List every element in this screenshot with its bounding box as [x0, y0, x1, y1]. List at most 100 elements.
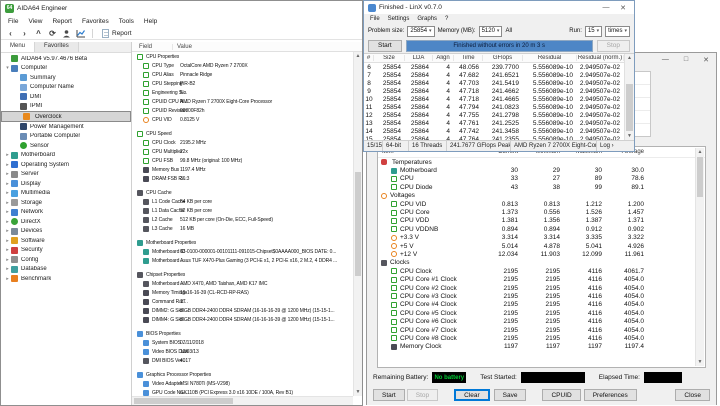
- linx-menu-file[interactable]: File: [366, 16, 384, 22]
- field-row-memory-timings[interactable]: Memory Timings 16-16-16-39 (CL-RCD-RP-RAS…: [132, 288, 353, 297]
- field-row-motherboard-chipset[interactable]: Motherboard ChipsetAMD X470, AMD Taishan…: [132, 279, 353, 288]
- field-section-cpu-speed[interactable]: CPU Speed: [132, 129, 353, 138]
- minimize-icon[interactable]: —: [599, 4, 613, 11]
- tab-menu[interactable]: Menu: [1, 42, 36, 52]
- field-row-l2-cache[interactable]: L2 Cache 512 KB per core (On-Die, ECC, Fu…: [132, 215, 353, 224]
- linx-col-lda[interactable]: LDA: [405, 55, 433, 61]
- linx-col-residual-norm[interactable]: Residual (norm.): [577, 55, 624, 61]
- field-row-system-bios-date[interactable]: System BIOS Date 07/11/2018: [132, 338, 353, 347]
- sidebar-item-directx[interactable]: ▸ DirectX: [1, 217, 131, 227]
- sidebar-item-ipmi[interactable]: IPMI: [1, 102, 131, 112]
- sidebar-item-portable-computer[interactable]: Portable Computer: [1, 132, 131, 142]
- field-row-cpu-stepping[interactable]: CPU Stepping PiR-B2: [132, 79, 353, 88]
- field-section-cpu-cache[interactable]: CPU Cache: [132, 188, 353, 197]
- sidebar-item-computer[interactable]: ▾ Computer: [1, 64, 131, 74]
- expand-arrow-icon[interactable]: ▸: [4, 238, 11, 244]
- field-row-l3-cache[interactable]: L3 Cache 16 MB: [132, 224, 353, 233]
- sidebar-item-overclock[interactable]: Overclock: [1, 111, 131, 122]
- field-section-graphics-processor-properties[interactable]: Graphics Processor Properties: [132, 370, 353, 379]
- problem-size-select[interactable]: 25854 ▾: [407, 25, 435, 37]
- run-unit-select[interactable]: times ▾: [605, 25, 630, 37]
- memory-select[interactable]: 5120 ▾: [478, 25, 503, 37]
- scroll-down-icon[interactable]: ▼: [625, 132, 634, 140]
- linx-col-size[interactable]: Size: [374, 55, 405, 61]
- sidebar-item-aida64-v5-97-4676-beta[interactable]: AIDA64 v5.97.4676 Beta: [1, 54, 131, 64]
- sidebar-item-database[interactable]: ▸ Database: [1, 265, 131, 275]
- preferences-button[interactable]: Preferences: [583, 389, 637, 401]
- field-row-dram-fsb-ratio[interactable]: DRAM:FSB Ratio 36:3: [132, 174, 353, 183]
- expand-arrow-icon[interactable]: ▸: [4, 171, 11, 177]
- expand-arrow-icon[interactable]: ▸: [4, 152, 11, 158]
- field-row-cpu-alias[interactable]: CPU Alias Pinnacle Ridge: [132, 70, 353, 79]
- sidebar-item-storage[interactable]: ▸ Storage: [1, 198, 131, 208]
- field-row-l1-code-cache[interactable]: L1 Code Cache 64 KB per core: [132, 197, 353, 206]
- expand-arrow-icon[interactable]: ▸: [4, 266, 11, 272]
- expand-arrow-icon[interactable]: ▾: [4, 65, 11, 71]
- field-row-dmi-bios-version[interactable]: DMI BIOS Version 4017: [132, 356, 353, 365]
- linx-col-residual[interactable]: Residual: [523, 55, 577, 61]
- field-section-chipset-properties[interactable]: Chipset Properties: [132, 270, 353, 279]
- expand-arrow-icon[interactable]: ▸: [4, 200, 11, 206]
- close-icon[interactable]: ✕: [703, 56, 709, 64]
- expand-arrow-icon[interactable]: ▸: [4, 190, 11, 196]
- sidebar-item-power-management[interactable]: Power Management: [1, 122, 131, 132]
- field-row-dimm4-g-skill-flarex-f4-320[interactable]: DIMM4: G Skill FlareX F4-320...8 GB DDR4…: [132, 315, 353, 324]
- run-count-select[interactable]: 15 ▾: [584, 25, 603, 37]
- forward-icon[interactable]: ›: [18, 28, 31, 39]
- field-section-bios-properties[interactable]: BIOS Properties: [132, 329, 353, 338]
- expand-arrow-icon[interactable]: ▸: [4, 257, 11, 263]
- field-row-memory-bus[interactable]: Memory Bus 1197.4 MHz: [132, 165, 353, 174]
- scroll-down-icon[interactable]: ▼: [696, 358, 704, 366]
- linx-col-time[interactable]: Time: [454, 55, 483, 61]
- scroll-up-icon[interactable]: ▲: [696, 148, 704, 156]
- field-row-gpu-code-name[interactable]: GPU Code Name GK110B (PCI Express 3.0 x16…: [132, 388, 353, 396]
- field-row-cpu-type[interactable]: CPU Type OctalCore AMD Ryzen 7 2700X: [132, 61, 353, 70]
- scroll-up-icon[interactable]: ▲: [625, 54, 634, 62]
- scroll-thumb[interactable]: [355, 172, 361, 276]
- scroll-down-icon[interactable]: ▼: [354, 388, 362, 396]
- field-row-cpu-clock[interactable]: CPU Clock 2195.2 MHz: [132, 138, 353, 147]
- chart-icon[interactable]: [74, 28, 87, 39]
- aida-menu-tools[interactable]: Tools: [114, 18, 139, 25]
- field-row-engineering-sample[interactable]: Engineering SampleNo: [132, 88, 353, 97]
- sidebar-item-computer-name[interactable]: Computer Name: [1, 83, 131, 93]
- linx-col-item[interactable]: #: [364, 55, 374, 61]
- refresh-icon[interactable]: ⟳: [46, 28, 59, 39]
- aida-menu-favorites[interactable]: Favorites: [77, 18, 114, 25]
- start-button[interactable]: Start: [373, 389, 405, 401]
- hscroll-thumb[interactable]: [134, 398, 234, 404]
- expand-arrow-icon[interactable]: ▸: [4, 209, 11, 215]
- sidebar-item-devices[interactable]: ▸ Devices: [1, 227, 131, 237]
- aida-menu-help[interactable]: Help: [139, 18, 162, 25]
- field-section-motherboard-properties[interactable]: Motherboard Properties: [132, 238, 353, 247]
- sidebar-item-network[interactable]: ▸ Network: [1, 208, 131, 218]
- sensor-vscrollbar[interactable]: ▲ ▼: [695, 148, 704, 366]
- report-button[interactable]: Report: [98, 28, 136, 39]
- sidebar-item-software[interactable]: ▸ Software: [1, 236, 131, 246]
- sidebar-item-operating-system[interactable]: ▸ Operating System: [1, 160, 131, 170]
- sidebar-item-display[interactable]: ▸ Display: [1, 179, 131, 189]
- field-row-command-rate-cr[interactable]: Command Rate (CR)1T: [132, 297, 353, 306]
- start-button[interactable]: Start: [368, 39, 402, 52]
- field-column-header[interactable]: Field: [132, 43, 173, 50]
- cpuid-button[interactable]: CPUID: [542, 389, 581, 401]
- clear-button[interactable]: Clear: [454, 389, 490, 401]
- sidebar-item-dmi[interactable]: DMI: [1, 92, 131, 102]
- sidebar-item-benchmark[interactable]: ▸ Benchmark: [1, 274, 131, 284]
- linx-vscrollbar[interactable]: ▲ ▼: [624, 54, 634, 140]
- sidebar-item-motherboard[interactable]: ▸ Motherboard: [1, 151, 131, 161]
- user-icon[interactable]: [60, 28, 73, 39]
- field-pane-hscrollbar[interactable]: [132, 396, 353, 405]
- save-button[interactable]: Save: [493, 389, 527, 401]
- sidebar-item-sensor[interactable]: Sensor: [1, 141, 131, 151]
- sidebar-item-server[interactable]: ▸ Server: [1, 170, 131, 180]
- expand-arrow-icon[interactable]: ▸: [4, 162, 11, 168]
- expand-arrow-icon[interactable]: ▸: [4, 247, 11, 253]
- sidebar-item-multimedia[interactable]: ▸ Multimedia: [1, 189, 131, 199]
- field-row-video-adapter[interactable]: Video Adapter MSI N780Ti (MS-V298): [132, 379, 353, 388]
- expand-arrow-icon[interactable]: ▸: [4, 276, 11, 282]
- field-row-l1-data-cache[interactable]: L1 Data Cache 32 KB per core: [132, 206, 353, 215]
- aida-menu-report[interactable]: Report: [47, 18, 77, 25]
- minimize-icon[interactable]: —: [662, 56, 669, 64]
- close-icon[interactable]: ✕: [616, 4, 630, 12]
